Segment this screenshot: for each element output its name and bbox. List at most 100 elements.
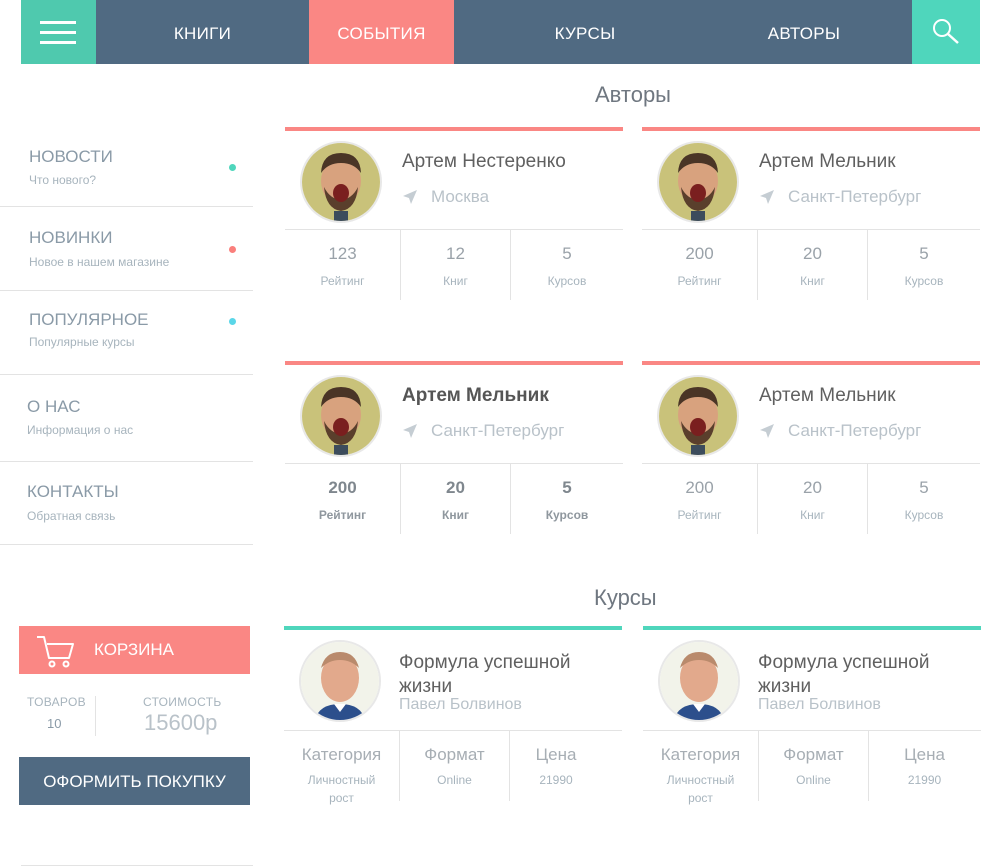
location-arrow-icon (760, 190, 774, 204)
stat-courses: 5 Курсов (867, 464, 980, 534)
stat-value: 200 (685, 244, 714, 263)
detail-value: 21990 (907, 773, 942, 787)
stat-label: Рейтинг (677, 274, 722, 288)
nav-item-authors[interactable]: АВТОРЫ (716, 0, 892, 64)
sidebar-item-contacts[interactable]: КОНТАКТЫ Обратная связь (0, 462, 253, 545)
detail-category: Категория Личностный рост (284, 731, 399, 805)
author-name: Артем Мельник (759, 385, 896, 406)
nav-item-books[interactable]: КНИГИ (96, 0, 309, 64)
checkout-button[interactable]: ОФОРМИТЬ ПОКУПКУ (19, 757, 250, 805)
author-city: Москва (431, 187, 490, 206)
stat-value: 5 (919, 478, 929, 497)
author-stats: 200 Рейтинг 20 Книг 5 Курсов (642, 229, 980, 301)
cart-items-value: 10 (47, 716, 62, 731)
author-card[interactable]: Артем Мельник Санкт-Петербург 200 Рейтин… (285, 361, 623, 535)
detail-value: Личностный рост (307, 773, 376, 805)
course-card[interactable]: Формула успешной жизни Павел Болвинов Ка… (643, 626, 981, 805)
avatar (657, 141, 739, 223)
section-title-authors: Авторы (595, 82, 671, 107)
author-city: Санкт-Петербург (431, 421, 565, 440)
detail-label: Цена (535, 745, 577, 764)
sidebar-item-about[interactable]: О НАС Информация о нас (0, 375, 253, 462)
stat-courses: 5 Курсов (867, 230, 980, 300)
stat-label: Рейтинг (318, 508, 367, 522)
stat-label: Курсов (904, 508, 944, 522)
location-arrow-icon (403, 190, 417, 204)
cart-button[interactable]: КОРЗИНА (19, 626, 250, 674)
stat-books: 12 Книг (400, 230, 510, 300)
cart-items-label: ТОВАРОВ (27, 695, 86, 709)
sidebar-item-subtitle: Обратная связь (27, 509, 116, 523)
divider (21, 865, 253, 866)
stat-rating: 200 Рейтинг (642, 464, 757, 534)
course-author: Павел Болвинов (758, 696, 881, 713)
stat-books: 20 Книг (757, 464, 867, 534)
status-dot (229, 246, 236, 253)
stat-label: Курсов (545, 508, 589, 522)
stat-courses: 5 Курсов (510, 230, 623, 300)
detail-value: 21990 (539, 773, 573, 787)
author-stats: 200 Рейтинг 20 Книг 5 Курсов (285, 463, 623, 535)
section-title-courses: Курсы (594, 585, 657, 610)
author-card[interactable]: Артем Нестеренко Москва 123 Рейтинг 12 К… (285, 127, 623, 300)
sidebar-item-news[interactable]: НОВОСТИ Что нового? (0, 126, 253, 207)
stat-label: Рейтинг (677, 508, 722, 522)
course-card[interactable]: Формула успешной жизни Павел Болвинов Ка… (284, 626, 622, 805)
course-details: Категория Личностный рост Формат Online … (643, 730, 981, 805)
sidebar-item-new-arrivals[interactable]: НОВИНКИ Новое в нашем магазине (0, 207, 253, 291)
detail-category: Категория Личностный рост (643, 731, 758, 805)
menu-button[interactable] (21, 0, 96, 64)
author-city: Санкт-Петербург (788, 421, 922, 440)
stat-label: Курсов (904, 274, 944, 288)
detail-label: Формат (783, 745, 844, 764)
author-name: Артем Нестеренко (402, 151, 566, 172)
avatar (657, 375, 739, 457)
search-icon (933, 19, 959, 44)
stat-label: Книг (442, 508, 469, 522)
stat-value: 20 (803, 478, 822, 497)
stat-value: 200 (685, 478, 714, 497)
course-details: Категория Личностный рост Формат Online … (284, 730, 622, 805)
cart-icon (37, 636, 74, 668)
stat-value: 123 (328, 244, 357, 263)
stat-label: Книг (800, 508, 825, 522)
detail-format: Формат Online (399, 731, 509, 801)
course-name: Формула успешной жизни (758, 652, 930, 697)
detail-value: Online (437, 773, 472, 787)
cart-cost-label: СТОИМОСТЬ (143, 695, 222, 709)
stat-label: Рейтинг (320, 274, 365, 288)
stat-rating: 123 Рейтинг (285, 230, 400, 300)
search-button[interactable] (912, 0, 980, 64)
detail-price: Цена 21990 (868, 731, 980, 801)
nav-item-courses[interactable]: КУРСЫ (454, 0, 716, 64)
top-navigation: КНИГИ СОБЫТИЯ КУРСЫ АВТОРЫ (21, 0, 980, 64)
author-name: Артем Мельник (402, 385, 549, 406)
sidebar-item-title: О НАС (27, 397, 81, 416)
stat-value: 20 (446, 478, 465, 497)
detail-format: Формат Online (758, 731, 868, 801)
status-dot (229, 164, 236, 171)
course-name: Формула успешной жизни (399, 652, 571, 697)
author-name: Артем Мельник (759, 151, 896, 172)
author-card[interactable]: Артем Мельник Санкт-Петербург 200 Рейтин… (642, 127, 980, 301)
cart-cost-value: 15600р (144, 710, 218, 735)
sidebar-item-subtitle: Новое в нашем магазине (29, 255, 170, 269)
stat-value: 5 (562, 478, 572, 497)
sidebar-item-title: КОНТАКТЫ (27, 482, 119, 501)
nav-item-events[interactable]: СОБЫТИЯ (309, 0, 454, 64)
stat-books: 20 Книг (400, 464, 510, 534)
sidebar-item-subtitle: Информация о нас (27, 423, 134, 437)
status-dot (229, 318, 236, 325)
stat-label: Курсов (547, 274, 587, 288)
stat-value: 5 (562, 244, 572, 263)
avatar (658, 640, 740, 722)
detail-label: Категория (301, 745, 382, 764)
stat-label: Книг (800, 274, 825, 288)
stat-books: 20 Книг (757, 230, 867, 300)
sidebar-item-popular[interactable]: ПОПУЛЯРНОЕ Популярные курсы (0, 291, 253, 375)
sidebar-item-subtitle: Что нового? (29, 173, 97, 187)
author-card[interactable]: Артем Мельник Санкт-Петербург 200 Рейтин… (642, 361, 980, 534)
location-arrow-icon (760, 424, 774, 438)
detail-label: Категория (660, 745, 741, 764)
detail-label: Цена (904, 745, 945, 764)
